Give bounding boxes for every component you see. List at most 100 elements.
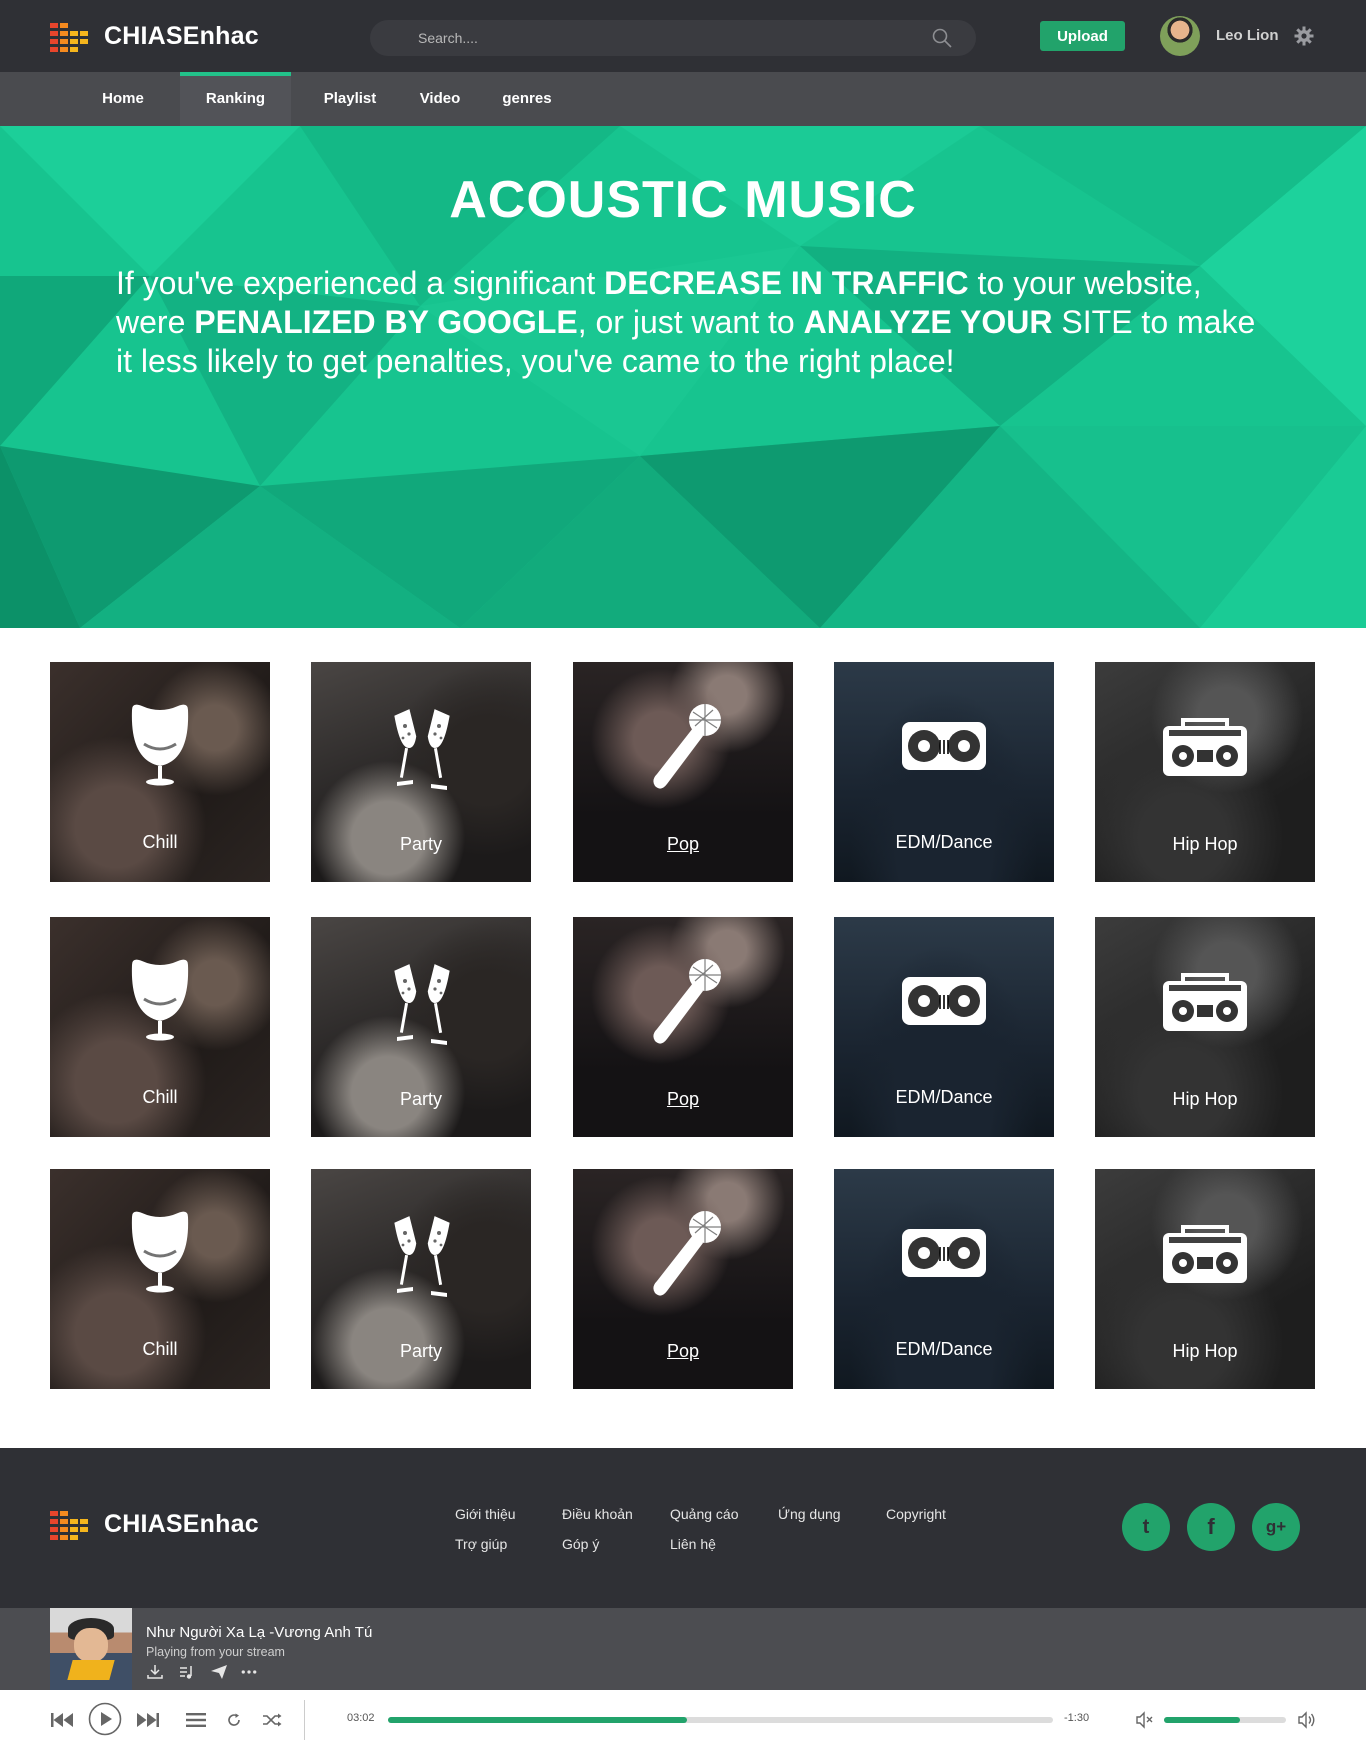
dj-turntable-icon	[884, 700, 1004, 800]
genre-tile[interactable]: Party	[311, 1169, 531, 1389]
champagne-glasses-icon	[361, 955, 481, 1055]
genre-tile-label: Party	[399, 1089, 442, 1109]
hero-title: ACOUSTIC MUSIC	[449, 171, 917, 229]
footer-brand-name: CHIASEnhac	[104, 1510, 259, 1538]
genre-tile-label: Party	[399, 1341, 442, 1361]
share-icon[interactable]	[210, 1664, 228, 1680]
brand-name: CHIASEnhac	[104, 22, 259, 50]
volume-fill	[1164, 1717, 1240, 1723]
egg-chair-icon	[100, 700, 220, 800]
microphone-icon	[623, 955, 743, 1055]
hero-text-bold: DECREASE IN TRAFFIC	[604, 265, 969, 301]
shuffle-icon[interactable]	[262, 1712, 282, 1728]
player-controls: 03:02 -1:30	[0, 1690, 1366, 1750]
progress-fill	[388, 1717, 688, 1723]
footer-link-about[interactable]: Giới thiệu	[455, 1506, 516, 1522]
genre-tile[interactable]: Party	[311, 662, 531, 882]
footer-brand-logo[interactable]: CHIASEnhac	[50, 1510, 259, 1540]
user-avatar[interactable]	[1160, 16, 1200, 56]
genre-tile-label: Hip Hop	[1172, 834, 1238, 854]
footer-link-feedback[interactable]: Góp ý	[562, 1536, 599, 1552]
genre-tile[interactable]: EDM/Dance	[834, 1169, 1054, 1389]
genre-tile[interactable]: Chill	[50, 917, 270, 1137]
footer-link-terms[interactable]: Điều khoản	[562, 1506, 633, 1522]
facebook-glyph: f	[1207, 1514, 1215, 1539]
genre-tile-label: Hip Hop	[1172, 1089, 1238, 1109]
progress-bar[interactable]	[388, 1717, 1053, 1723]
genre-tile-label: EDM/Dance	[895, 1087, 993, 1107]
google-plus-glyph: g+	[1265, 1517, 1287, 1536]
genre-tile-label: Chill	[142, 832, 178, 852]
divider	[304, 1700, 305, 1740]
play-icon[interactable]	[88, 1702, 122, 1736]
genre-tile-label: EDM/Dance	[895, 1339, 993, 1359]
nav-video[interactable]: Video	[402, 72, 478, 126]
footer-link-help[interactable]: Trợ giúp	[455, 1536, 507, 1552]
footer-link-contact[interactable]: Liên hệ	[670, 1536, 716, 1552]
brand-logo[interactable]: CHIASEnhac	[50, 22, 259, 52]
nav-playlist[interactable]: Playlist	[310, 72, 390, 126]
genre-tile-label: Pop	[666, 1089, 700, 1109]
hero-text-part: , or just want to	[577, 304, 804, 340]
hero-text-part: If you've experienced a significant	[116, 265, 605, 301]
top-bar: CHIASEnhac Upload Leo Lion	[0, 0, 1366, 72]
elapsed-time: 03:02	[347, 1712, 375, 1724]
hero-description: If you've experienced a significant DECR…	[116, 264, 1266, 381]
footer-link-apps[interactable]: Ứng dụng	[778, 1506, 841, 1522]
genre-tile[interactable]: EDM/Dance	[834, 662, 1054, 882]
nav-genres[interactable]: genres	[490, 72, 564, 126]
boombox-icon	[1145, 700, 1265, 800]
boombox-icon	[1145, 1207, 1265, 1307]
genre-tile-label: Pop	[666, 834, 700, 854]
now-playing-bar: Như Người Xa Lạ -Vương Anh Tú Playing fr…	[0, 1608, 1366, 1690]
google-plus-icon[interactable]: g+	[1252, 1503, 1300, 1551]
song-title[interactable]: Như Người Xa Lạ -Vương Anh Tú	[146, 1624, 372, 1641]
previous-track-icon[interactable]	[50, 1710, 74, 1730]
volume-slider[interactable]	[1164, 1717, 1286, 1723]
genre-tile[interactable]: EDM/Dance	[834, 917, 1054, 1137]
genre-tile[interactable]: Hip Hop	[1095, 917, 1315, 1137]
facebook-icon[interactable]: f	[1187, 1503, 1235, 1551]
genre-tile[interactable]: Hip Hop	[1095, 1169, 1315, 1389]
search-input[interactable]	[418, 20, 898, 56]
hero-text-bold: ANALYZE YOUR	[803, 304, 1053, 340]
volume-icon[interactable]	[1298, 1711, 1316, 1729]
more-options-icon[interactable]	[240, 1664, 258, 1680]
genre-tile[interactable]: Pop	[573, 917, 793, 1137]
nav-ranking[interactable]: Ranking	[180, 72, 291, 126]
upload-button[interactable]: Upload	[1040, 21, 1125, 51]
add-to-playlist-icon[interactable]	[178, 1664, 196, 1680]
champagne-glasses-icon	[361, 1207, 481, 1307]
genre-tile[interactable]: Party	[311, 917, 531, 1137]
dj-turntable-icon	[884, 1207, 1004, 1307]
genre-tile[interactable]: Hip Hop	[1095, 662, 1315, 882]
genre-tile[interactable]: Chill	[50, 1169, 270, 1389]
twitter-icon[interactable]: t	[1122, 1503, 1170, 1551]
genre-tile[interactable]: Pop	[573, 1169, 793, 1389]
genre-tile-label: Pop	[666, 1341, 700, 1361]
next-track-icon[interactable]	[136, 1710, 160, 1730]
search-icon[interactable]	[932, 28, 952, 48]
playlist-queue-icon[interactable]	[186, 1712, 206, 1728]
user-name[interactable]: Leo Lion	[1216, 27, 1279, 44]
mute-icon[interactable]	[1136, 1711, 1154, 1729]
footer-link-ads[interactable]: Quảng cáo	[670, 1506, 739, 1522]
genre-tile[interactable]: Pop	[573, 662, 793, 882]
nav-home[interactable]: Home	[80, 72, 166, 126]
twitter-glyph: t	[1142, 1515, 1150, 1538]
song-subtitle: Playing from your stream	[146, 1645, 285, 1659]
search-bar	[370, 20, 976, 56]
hero-text-bold: PENALIZED BY GOOGLE	[194, 304, 578, 340]
hero-banner: ACOUSTIC MUSIC If you've experienced a s…	[0, 126, 1366, 628]
genre-tile[interactable]: Chill	[50, 662, 270, 882]
download-icon[interactable]	[146, 1664, 164, 1680]
champagne-glasses-icon	[361, 700, 481, 800]
gear-icon[interactable]	[1294, 26, 1314, 46]
boombox-icon	[1145, 955, 1265, 1055]
equalizer-logo-icon	[50, 22, 90, 52]
main-nav: Home Ranking Playlist Video genres	[0, 72, 1366, 126]
footer-link-copyright[interactable]: Copyright	[886, 1506, 946, 1522]
album-art[interactable]	[50, 1608, 132, 1690]
repeat-icon[interactable]	[226, 1712, 242, 1728]
genre-tile-label: Party	[399, 834, 442, 854]
